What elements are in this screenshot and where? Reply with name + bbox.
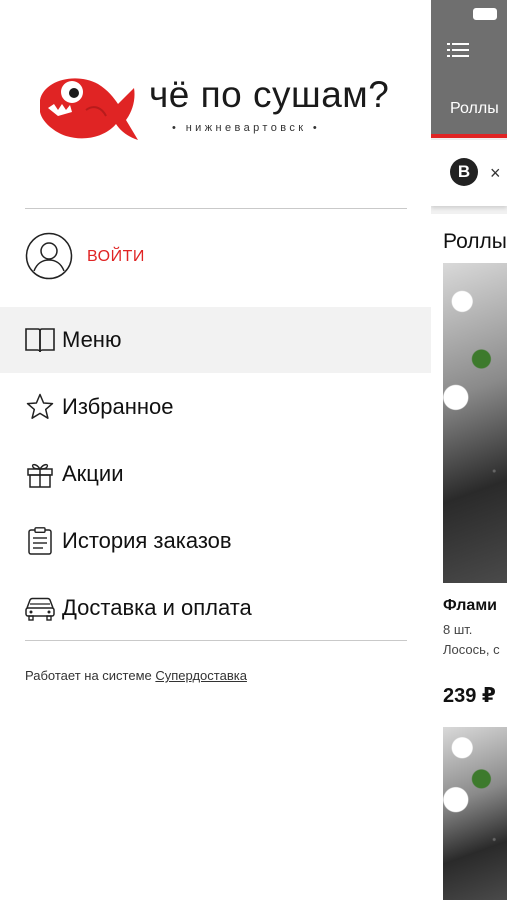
drawer-item-order-history[interactable]: История заказов [0,508,431,574]
divider [25,208,407,209]
tab-rolls[interactable]: Роллы [450,100,499,118]
drawer-item-label: История заказов [62,528,232,553]
drawer-item-promotions[interactable]: Акции [0,441,431,507]
product-image[interactable] [443,263,507,583]
product-description: Лосось, с [443,642,500,657]
drawer-item-label: Акции [62,461,124,486]
login-label: ВОЙТИ [87,248,145,265]
book-icon [25,328,55,353]
drawer-item-delivery[interactable]: Доставка и оплата [0,575,431,641]
drawer-item-label: Доставка и оплата [62,595,252,620]
car-icon [25,597,55,621]
brand-name: чё по сушам? [149,74,390,115]
powered-by-text: Работает на системе [25,668,156,683]
product-quantity: 8 шт. [443,622,473,637]
main-app-screen: Роллы B × Роллы Флами 8 шт. Лосось, с 23… [431,0,507,900]
drawer-item-label: Избранное [62,394,174,419]
filter-chip-icon[interactable]: B [450,158,478,186]
tab-indicator [431,134,507,138]
product-image[interactable] [443,727,507,900]
clipboard-icon [28,527,52,555]
app-header: Роллы [431,0,507,138]
product-price: 239 ₽ [443,685,496,707]
drawer-item-favorites[interactable]: Избранное [0,374,431,440]
fish-logo-icon [40,78,138,140]
star-icon [26,393,54,419]
section-title: Роллы [443,230,507,253]
user-avatar-icon [25,232,73,280]
close-icon[interactable]: × [490,163,501,184]
drawer-item-menu[interactable]: Меню [0,307,431,373]
product-name[interactable]: Флами [443,597,497,615]
login-button[interactable]: ВОЙТИ [25,232,407,284]
list-menu-icon[interactable] [447,42,469,58]
drawer-item-label: Меню [62,327,122,352]
powered-by-note: Работает на системе Супердоставка [25,668,247,683]
gift-icon [27,463,53,488]
navigation-drawer: чё по сушам? • нижневартовск • ВОЙТИ Мен… [0,0,431,900]
divider [25,640,407,641]
superdelivery-link[interactable]: Супердоставка [155,668,247,683]
brand-city: • нижневартовск • [172,122,321,134]
battery-icon [473,8,497,20]
